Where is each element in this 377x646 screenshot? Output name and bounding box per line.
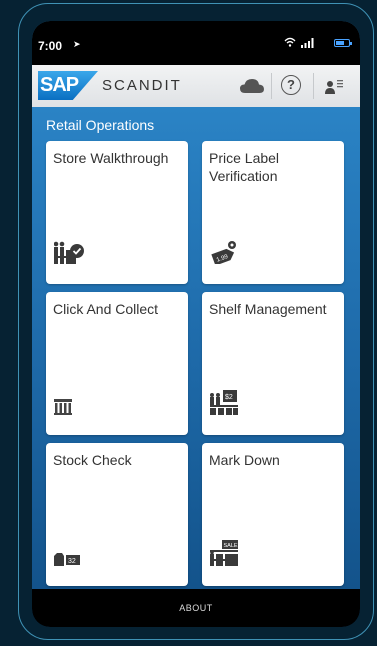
sale-sign-icon: SALE — [210, 540, 238, 566]
pickup-counter-icon — [54, 399, 72, 415]
section-title: Retail Operations — [46, 117, 155, 133]
about-button[interactable]: ABOUT — [32, 589, 360, 627]
app-header: SAP SCANDIT ? — [32, 65, 360, 107]
tile-label: Stock Check — [53, 452, 132, 468]
tile-shelf-management[interactable]: Shelf Management $2 — [202, 292, 344, 435]
tile-label: Shelf Management — [209, 301, 327, 317]
tile-mark-down[interactable]: Mark Down SALE — [202, 443, 344, 586]
tile-label: Mark Down — [209, 452, 280, 468]
shelf-price-tag-text: $2 — [225, 394, 233, 401]
status-time: 7:00 — [38, 39, 63, 53]
tile-store-walkthrough[interactable]: Store Walkthrough — [46, 141, 188, 284]
help-icon[interactable]: ? — [281, 75, 301, 95]
sap-logo: SAP — [38, 71, 98, 100]
cloud-sync-icon[interactable] — [239, 77, 265, 95]
battery-icon — [334, 39, 352, 47]
location-arrow-icon: ➤ — [73, 39, 81, 49]
stock-count-text: 32 — [68, 558, 76, 565]
tile-stock-check[interactable]: Stock Check 32 — [46, 443, 188, 586]
brand-name: SCANDIT — [102, 77, 182, 94]
sap-logo-text: SAP — [40, 74, 79, 96]
shelf-price-icon: $2 — [210, 390, 238, 415]
wifi-icon — [284, 37, 296, 47]
header-divider — [271, 73, 272, 99]
tile-price-label-verification[interactable]: Price Label Verification 1.99 — [202, 141, 344, 284]
price-tag-icon: 1.99 — [211, 241, 236, 264]
user-settings-icon[interactable] — [324, 75, 344, 95]
tile-label: Click And Collect — [53, 301, 159, 317]
status-bar: 7:00 ➤ — [32, 21, 360, 65]
sale-sign-text: SALE — [224, 543, 238, 549]
store-check-icon — [54, 241, 84, 264]
tile-click-and-collect[interactable]: Click And Collect — [46, 292, 188, 435]
stock-count-icon: 32 — [54, 553, 80, 566]
app-screen: 7:00 ➤ SAP SCANDIT ? Retail Operations S… — [32, 21, 360, 627]
tile-label: Price Label Verification — [209, 150, 280, 184]
header-divider — [313, 73, 314, 99]
tile-label: Store Walkthrough — [53, 150, 169, 166]
cellular-signal-icon — [301, 38, 314, 48]
